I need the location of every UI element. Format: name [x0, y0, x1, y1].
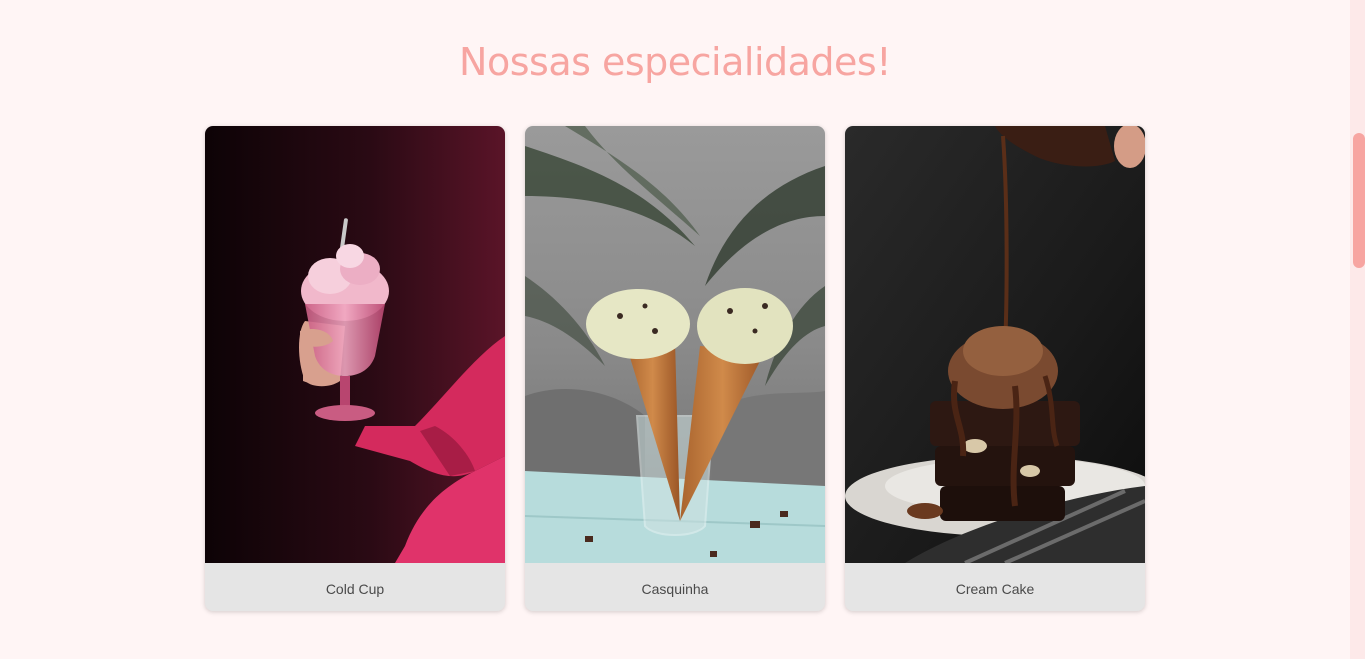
ice-cream-cones-photo	[525, 126, 825, 563]
product-card-cold-cup[interactable]: Cold Cup	[205, 126, 505, 611]
product-card-label: Cream Cake	[955, 580, 1035, 597]
product-card-cream-cake[interactable]: Cream Cake	[845, 126, 1145, 611]
cold-cup-photo	[205, 126, 505, 563]
specialties-section: Nossas especialidades! Cold Cup Casquinh…	[0, 0, 1350, 659]
product-card-label: Cold Cup	[325, 580, 385, 597]
page-scrollbar[interactable]	[1350, 0, 1365, 659]
specialties-cards: Cold Cup Casquinha Cream Cake	[205, 126, 1145, 611]
scrollbar-thumb[interactable]	[1353, 133, 1365, 268]
product-card-label: Casquinha	[641, 580, 709, 597]
section-title: Nossas especialidades!	[459, 40, 891, 84]
product-card-casquinha[interactable]: Casquinha	[525, 126, 825, 611]
chocolate-brownie-photo	[845, 126, 1145, 563]
